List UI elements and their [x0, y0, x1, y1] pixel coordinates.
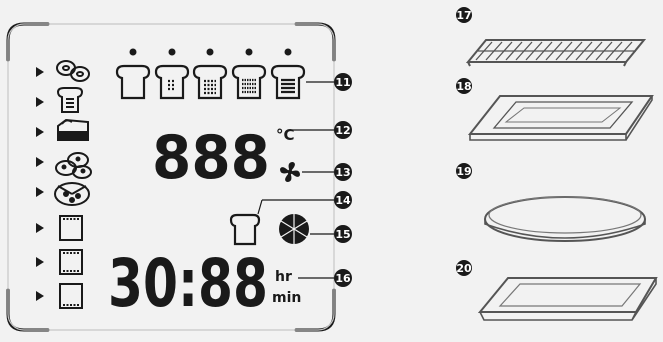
broil-icon: [59, 249, 83, 275]
shade-5-icon: [270, 64, 306, 100]
menu-arrows: [36, 67, 44, 301]
callout-label: 11: [335, 76, 350, 89]
shade-1-icon: [115, 64, 151, 100]
toast-shade-selector: [115, 48, 306, 100]
arrow-icon: [36, 157, 44, 167]
fan-icon: [280, 162, 300, 182]
diagram-canvas: 888 °C 30:88 hr min 11 12 13 14 15 16 17…: [6, 7, 658, 332]
callout-12: 12: [334, 121, 352, 139]
callout-label: 14: [335, 194, 351, 207]
baking-pan: 18: [456, 78, 654, 141]
time-digits: 30:88: [108, 245, 268, 322]
arrow-icon: [36, 223, 44, 233]
callout-label: 19: [456, 165, 471, 178]
arrow-icon: [36, 67, 44, 77]
callout-label: 20: [456, 262, 472, 275]
arrow-icon: [36, 97, 44, 107]
time-unit-hr: hr: [275, 269, 292, 285]
callout-label: 17: [456, 9, 471, 22]
cake-icon: [57, 118, 89, 141]
warm-icon: [59, 283, 83, 309]
shade-2-icon: [154, 64, 190, 100]
arrow-icon: [36, 291, 44, 301]
callout-label: 15: [335, 228, 350, 241]
display-callouts: 11 12 13 14 15 16: [257, 73, 352, 287]
toast-status-icon: [229, 213, 261, 246]
callout-14: 14: [334, 191, 352, 209]
function-menu: [36, 60, 92, 309]
bagel-icon: [56, 60, 90, 82]
bake-icon: [59, 215, 83, 241]
callout-label: 13: [335, 166, 350, 179]
arrow-icon: [36, 257, 44, 267]
callout-19: 19: [456, 163, 472, 179]
wire-rack: 17: [456, 7, 647, 67]
callout-18: 18: [456, 78, 472, 94]
pizza-icon: [54, 182, 90, 206]
callout-label: 18: [456, 80, 471, 93]
pizza-pan: 19: [456, 163, 646, 242]
shade-indicator-dots: [129, 48, 292, 56]
temperature-unit: °C: [276, 126, 295, 144]
shade-3-icon: [192, 64, 228, 100]
callout-label: 16: [335, 272, 351, 285]
shade-4-icon: [231, 64, 267, 100]
callout-16: 16: [334, 269, 352, 287]
crumb-tray: 20: [456, 260, 658, 321]
convection-icon: [279, 214, 309, 244]
cookies-icon: [55, 152, 92, 179]
time-unit-min: min: [272, 290, 301, 306]
oven-display-diagram: 888 °C 30:88 hr min 11 12 13 14 15 16 17…: [0, 0, 663, 342]
callout-13: 13: [334, 163, 352, 181]
callout-label: 12: [335, 124, 350, 137]
arrow-icon: [36, 187, 44, 197]
arrow-icon: [36, 127, 44, 137]
temperature-digits: 888: [152, 123, 270, 193]
callout-20: 20: [456, 260, 472, 276]
callout-11: 11: [334, 73, 352, 91]
callout-17: 17: [456, 7, 472, 23]
toast-icon: [56, 87, 84, 113]
callout-15: 15: [334, 225, 352, 243]
